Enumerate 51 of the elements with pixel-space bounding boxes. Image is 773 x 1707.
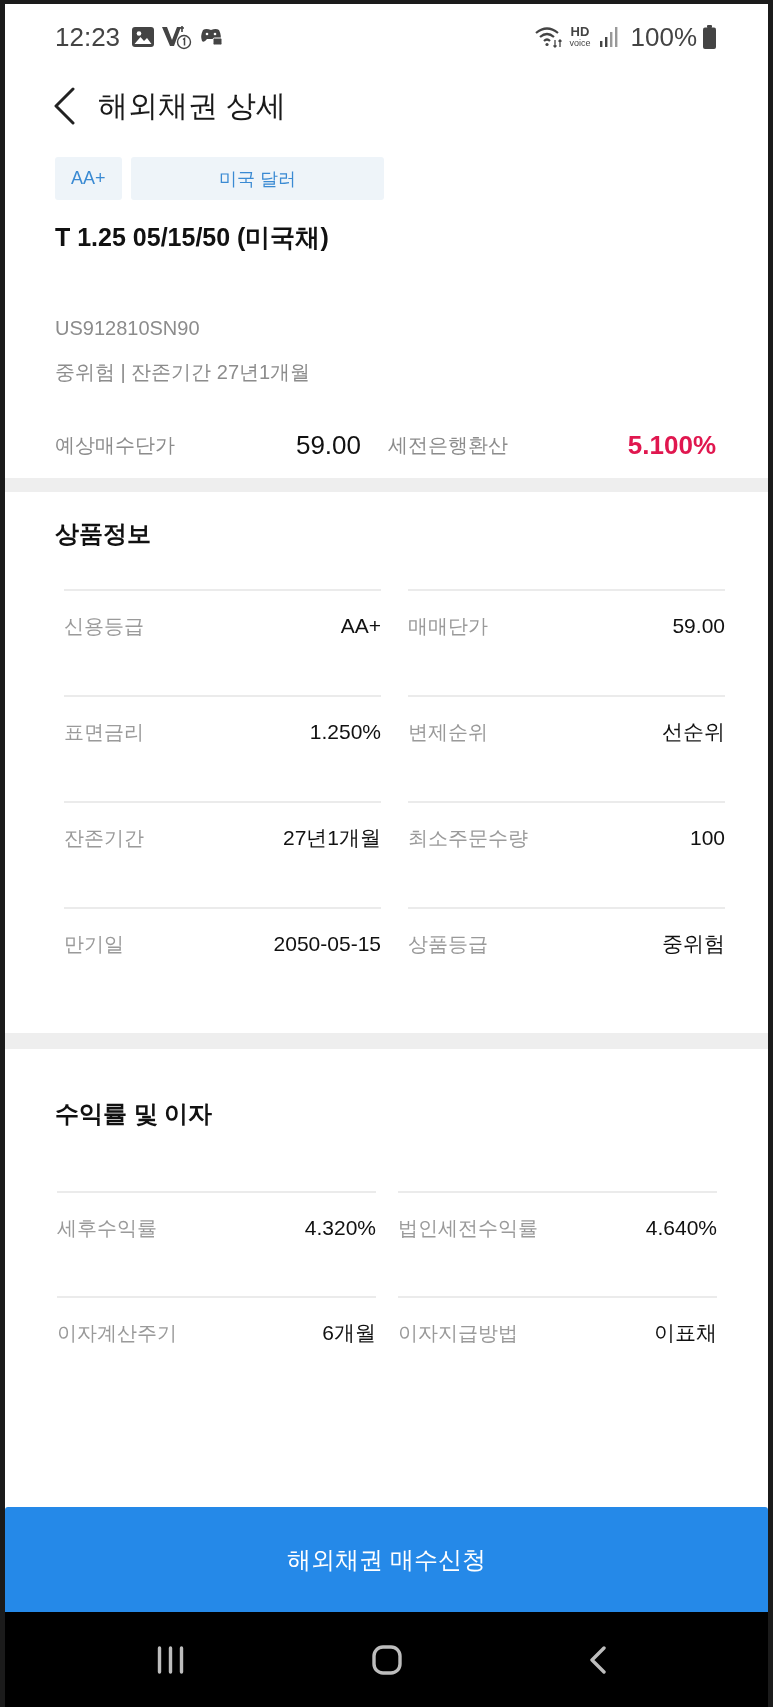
gallery-icon <box>132 27 155 47</box>
rating-tag: AA+ <box>55 157 122 200</box>
info-label: 신용등급 <box>64 614 144 639</box>
info-value: 4.320% <box>304 1215 376 1241</box>
info-value: 100 <box>689 825 725 851</box>
info-value: 이표채 <box>654 1320 717 1346</box>
bond-name: T 1.25 05/15/50 (미국채) <box>55 222 329 252</box>
currency-tag: 미국 달러 <box>130 157 384 200</box>
quote-value: 59.00 <box>295 429 361 461</box>
bond-summary: 중위험 | 잔존기간 27년1개월 <box>55 360 311 385</box>
battery-percent: 100% <box>630 21 697 53</box>
info-value: 59.00 <box>672 613 725 639</box>
nav-back-icon[interactable] <box>589 1645 607 1674</box>
info-label: 변제순위 <box>408 720 488 745</box>
info-value: 4.640% <box>645 1215 717 1241</box>
info-label: 이자지급방법 <box>398 1321 518 1346</box>
hd-label: HD <box>570 26 590 38</box>
battery-icon <box>703 25 716 49</box>
info-label: 이자계산주기 <box>57 1321 177 1346</box>
info-label: 상품등급 <box>408 932 488 957</box>
info-label: 매매단가 <box>408 614 488 639</box>
bond-code: US912810SN90 <box>55 316 200 341</box>
gamepad-icon <box>199 27 224 47</box>
network-status-icon <box>162 24 193 50</box>
quote-label: 예상매수단가 <box>55 432 175 458</box>
recent-apps-icon[interactable] <box>157 1645 184 1674</box>
info-label: 법인세전수익률 <box>398 1216 538 1241</box>
status-time: 12:23 <box>55 21 121 53</box>
info-value: 중위험 <box>662 931 725 957</box>
info-label: 최소주문수량 <box>408 826 528 851</box>
back-icon[interactable] <box>53 87 75 125</box>
info-label: 표면금리 <box>64 720 144 745</box>
info-value: AA+ <box>340 613 381 639</box>
home-icon[interactable] <box>371 1644 402 1675</box>
section-title: 상품정보 <box>55 519 151 549</box>
info-value: 2050-05-15 <box>273 931 381 957</box>
voice-label: voice <box>569 38 591 48</box>
info-label: 세후수익률 <box>57 1216 157 1241</box>
info-value: 1.250% <box>309 719 381 745</box>
quote-value: 5.100% <box>627 429 716 461</box>
buy-button[interactable]: 해외채권 매수신청 <box>5 1507 768 1612</box>
info-label: 잔존기간 <box>64 826 144 851</box>
info-label: 만기일 <box>64 932 124 957</box>
quote-label: 세전은행환산 <box>388 432 508 458</box>
info-value: 6개월 <box>322 1320 376 1346</box>
wifi-icon <box>535 26 564 48</box>
page-title: 해외채권 상세 <box>98 88 287 124</box>
signal-icon <box>599 27 618 47</box>
info-value: 27년1개월 <box>282 825 381 851</box>
info-value: 선순위 <box>662 719 725 745</box>
section-title: 수익률 및 이자 <box>55 1099 213 1129</box>
